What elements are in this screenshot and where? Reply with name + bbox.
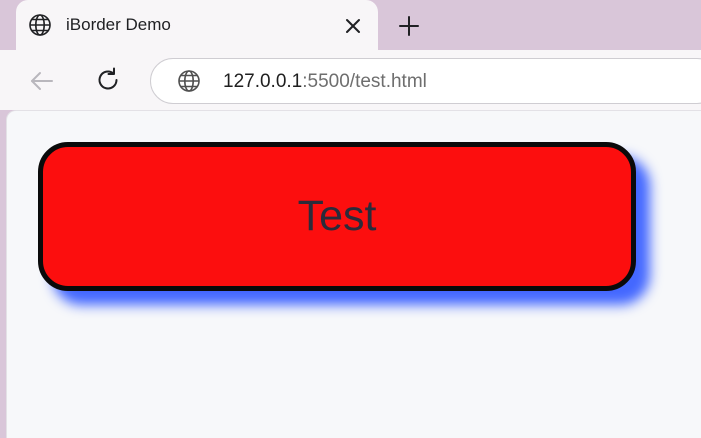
url-text: 127.0.0.1:5500/test.html [223, 71, 427, 93]
close-icon[interactable] [342, 15, 364, 37]
plus-icon[interactable] [396, 13, 422, 39]
browser-window: iBorder Demo 127.0.0.1:5500/test.html Te… [0, 0, 701, 438]
page-viewport: Test [6, 110, 701, 438]
globe-icon [28, 13, 52, 37]
toolbar: 127.0.0.1:5500/test.html [0, 50, 701, 110]
test-button[interactable]: Test [38, 142, 636, 291]
globe-icon [177, 69, 201, 93]
url-path: :5500/test.html [302, 71, 427, 92]
tab-iborder-demo[interactable]: iBorder Demo [16, 0, 378, 51]
arrow-left-icon[interactable] [28, 67, 56, 95]
address-bar[interactable]: 127.0.0.1:5500/test.html [150, 58, 701, 104]
url-host: 127.0.0.1 [223, 71, 303, 92]
reload-icon[interactable] [94, 66, 122, 94]
tab-title: iBorder Demo [66, 15, 171, 34]
tab-strip: iBorder Demo [0, 0, 701, 51]
